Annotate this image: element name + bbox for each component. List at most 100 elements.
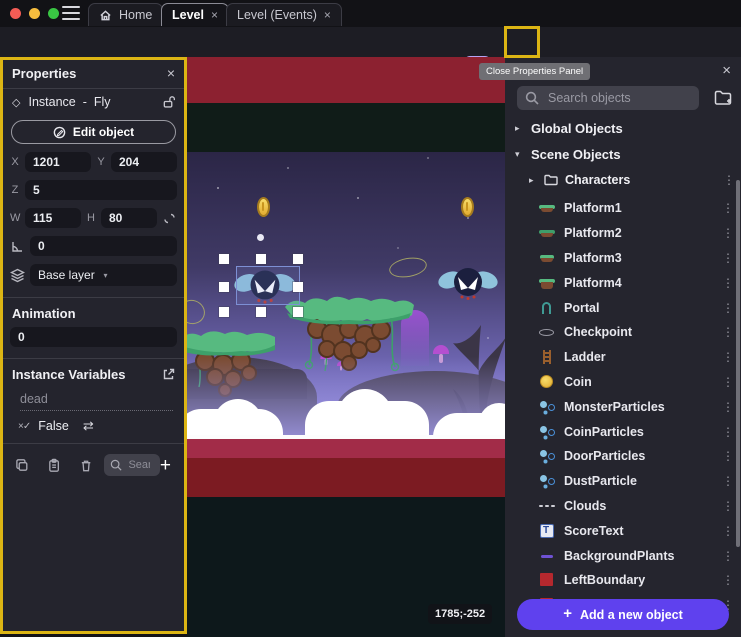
objects-list: Platform1 ⋮ Platform2 ⋮ Platform3 ⋮ Plat… (505, 196, 741, 637)
tab-level-events[interactable]: Level (Events) × (226, 3, 342, 26)
object-list-item[interactable]: Platform3 ⋮ (505, 246, 741, 271)
plus-icon: + (563, 605, 572, 622)
object-list-item[interactable]: Platform1 ⋮ (505, 196, 741, 221)
resize-handle[interactable] (256, 307, 266, 317)
kebab-menu-icon[interactable]: ⋮ (722, 325, 734, 339)
object-list-item[interactable]: BackgroundPlants ⋮ (505, 543, 741, 568)
add-variable-button[interactable]: + (160, 456, 171, 475)
selection-rectangle[interactable] (236, 266, 300, 305)
object-name: CoinParticles (564, 425, 644, 439)
kebab-menu-icon[interactable]: ⋮ (722, 449, 734, 463)
close-objects-panel-icon[interactable]: × (722, 62, 731, 79)
object-list-item[interactable]: ScoreText ⋮ (505, 518, 741, 543)
kebab-menu-icon[interactable]: ⋮ (722, 350, 734, 364)
angle-input[interactable] (30, 236, 177, 256)
open-in-editor-icon[interactable] (162, 368, 175, 381)
scene-canvas[interactable]: 1785;-252 (187, 57, 505, 637)
kebab-menu-icon[interactable]: ⋮ (722, 549, 734, 563)
group-global-objects[interactable]: ▸ Global Objects (505, 119, 741, 137)
close-tab-icon[interactable]: × (324, 8, 331, 22)
link-dimensions-icon[interactable] (162, 211, 177, 226)
resize-handle[interactable] (219, 307, 229, 317)
kebab-menu-icon[interactable]: ⋮ (722, 474, 734, 488)
paste-icon[interactable] (47, 458, 61, 473)
kebab-menu-icon[interactable]: ⋮ (722, 226, 734, 240)
platform1-icon (539, 200, 555, 216)
group-scene-objects[interactable]: ▾ Scene Objects (505, 145, 741, 163)
resize-handle[interactable] (293, 282, 303, 292)
add-object-button[interactable]: + Add a new object (517, 599, 729, 630)
object-list-item[interactable]: CoinParticles ⋮ (505, 419, 741, 444)
layer-select[interactable]: Base layer ▾ (30, 264, 177, 286)
search-objects-input[interactable] (546, 90, 691, 106)
resize-handle[interactable] (293, 307, 303, 317)
tab-level[interactable]: Level × (161, 3, 229, 26)
coin-sprite[interactable] (461, 197, 474, 217)
edit-object-button[interactable]: Edit object (11, 120, 176, 144)
trash-icon[interactable] (79, 458, 93, 473)
resize-handle[interactable] (219, 254, 229, 264)
kebab-menu-icon[interactable]: ⋮ (723, 173, 735, 187)
minimize-window-button[interactable] (29, 8, 40, 19)
app-window: Home Level × Level (Events) × Preview (0, 0, 741, 637)
object-list-item[interactable]: Platform4 ⋮ (505, 270, 741, 295)
resize-handle[interactable] (293, 254, 303, 264)
object-list-item[interactable]: DustParticle ⋮ (505, 469, 741, 494)
menu-icon[interactable] (62, 6, 80, 20)
chevron-right-icon: ▸ (529, 175, 537, 186)
angle-icon (10, 239, 25, 254)
object-list-item[interactable]: Ladder ⋮ (505, 345, 741, 370)
variable-name[interactable]: dead (20, 392, 173, 411)
properties-panel: Properties × ◇ Instance - Fly Edit objec… (0, 57, 187, 633)
object-list-item[interactable]: Portal ⋮ (505, 295, 741, 320)
variables-search[interactable] (104, 454, 159, 476)
instance-object-name: Fly (94, 95, 111, 109)
z-order-input[interactable] (25, 180, 177, 200)
particle-dot (257, 234, 264, 241)
resize-handle[interactable] (256, 254, 266, 264)
add-folder-icon[interactable] (713, 88, 733, 108)
close-window-button[interactable] (10, 8, 21, 19)
object-list-item[interactable]: Coin ⋮ (505, 370, 741, 395)
kebab-menu-icon[interactable]: ⋮ (722, 524, 734, 538)
object-list-item[interactable]: Clouds ⋮ (505, 494, 741, 519)
copy-icon[interactable] (15, 458, 29, 473)
toggle-boolean-icon[interactable]: ⇄ (83, 418, 94, 434)
kebab-menu-icon[interactable]: ⋮ (722, 276, 734, 290)
kebab-menu-icon[interactable]: ⋮ (722, 425, 734, 439)
search-variables-input[interactable] (126, 458, 152, 472)
ladder-icon (539, 349, 555, 365)
x-position-input[interactable] (25, 152, 91, 172)
close-properties-icon[interactable]: × (167, 65, 175, 81)
width-input[interactable] (25, 208, 81, 228)
kebab-menu-icon[interactable]: ⋮ (722, 251, 734, 265)
object-list-item[interactable]: Checkpoint ⋮ (505, 320, 741, 345)
tab-home[interactable]: Home (88, 3, 163, 26)
fly-monster[interactable] (438, 261, 498, 305)
object-name: DustParticle (564, 474, 637, 488)
height-input[interactable] (101, 208, 157, 228)
kebab-menu-icon[interactable]: ⋮ (722, 201, 734, 215)
kebab-menu-icon[interactable]: ⋮ (722, 499, 734, 513)
objects-search[interactable] (517, 86, 699, 110)
object-list-item[interactable]: DoorParticles ⋮ (505, 444, 741, 469)
object-list-item[interactable]: MonsterParticles ⋮ (505, 394, 741, 419)
kebab-menu-icon[interactable]: ⋮ (722, 375, 734, 389)
y-position-input[interactable] (111, 152, 177, 172)
animation-input[interactable] (10, 327, 177, 347)
kebab-menu-icon[interactable]: ⋮ (722, 400, 734, 414)
resize-handle[interactable] (219, 282, 229, 292)
plants-icon (539, 548, 555, 564)
kebab-menu-icon[interactable]: ⋮ (722, 573, 734, 587)
object-list-item[interactable]: LeftBoundary ⋮ (505, 568, 741, 593)
maximize-window-button[interactable] (48, 8, 59, 19)
folder-characters[interactable]: ▸ Characters ⋮ (505, 170, 741, 190)
kebab-menu-icon[interactable]: ⋮ (722, 301, 734, 315)
coin-sprite[interactable] (257, 197, 270, 217)
scrollbar[interactable] (736, 180, 740, 547)
object-list-item[interactable]: Platform2 ⋮ (505, 221, 741, 246)
window-controls (10, 8, 59, 19)
unlock-icon[interactable] (162, 95, 175, 109)
close-tab-icon[interactable]: × (211, 8, 218, 22)
tooltip: Close Properties Panel (479, 63, 590, 80)
